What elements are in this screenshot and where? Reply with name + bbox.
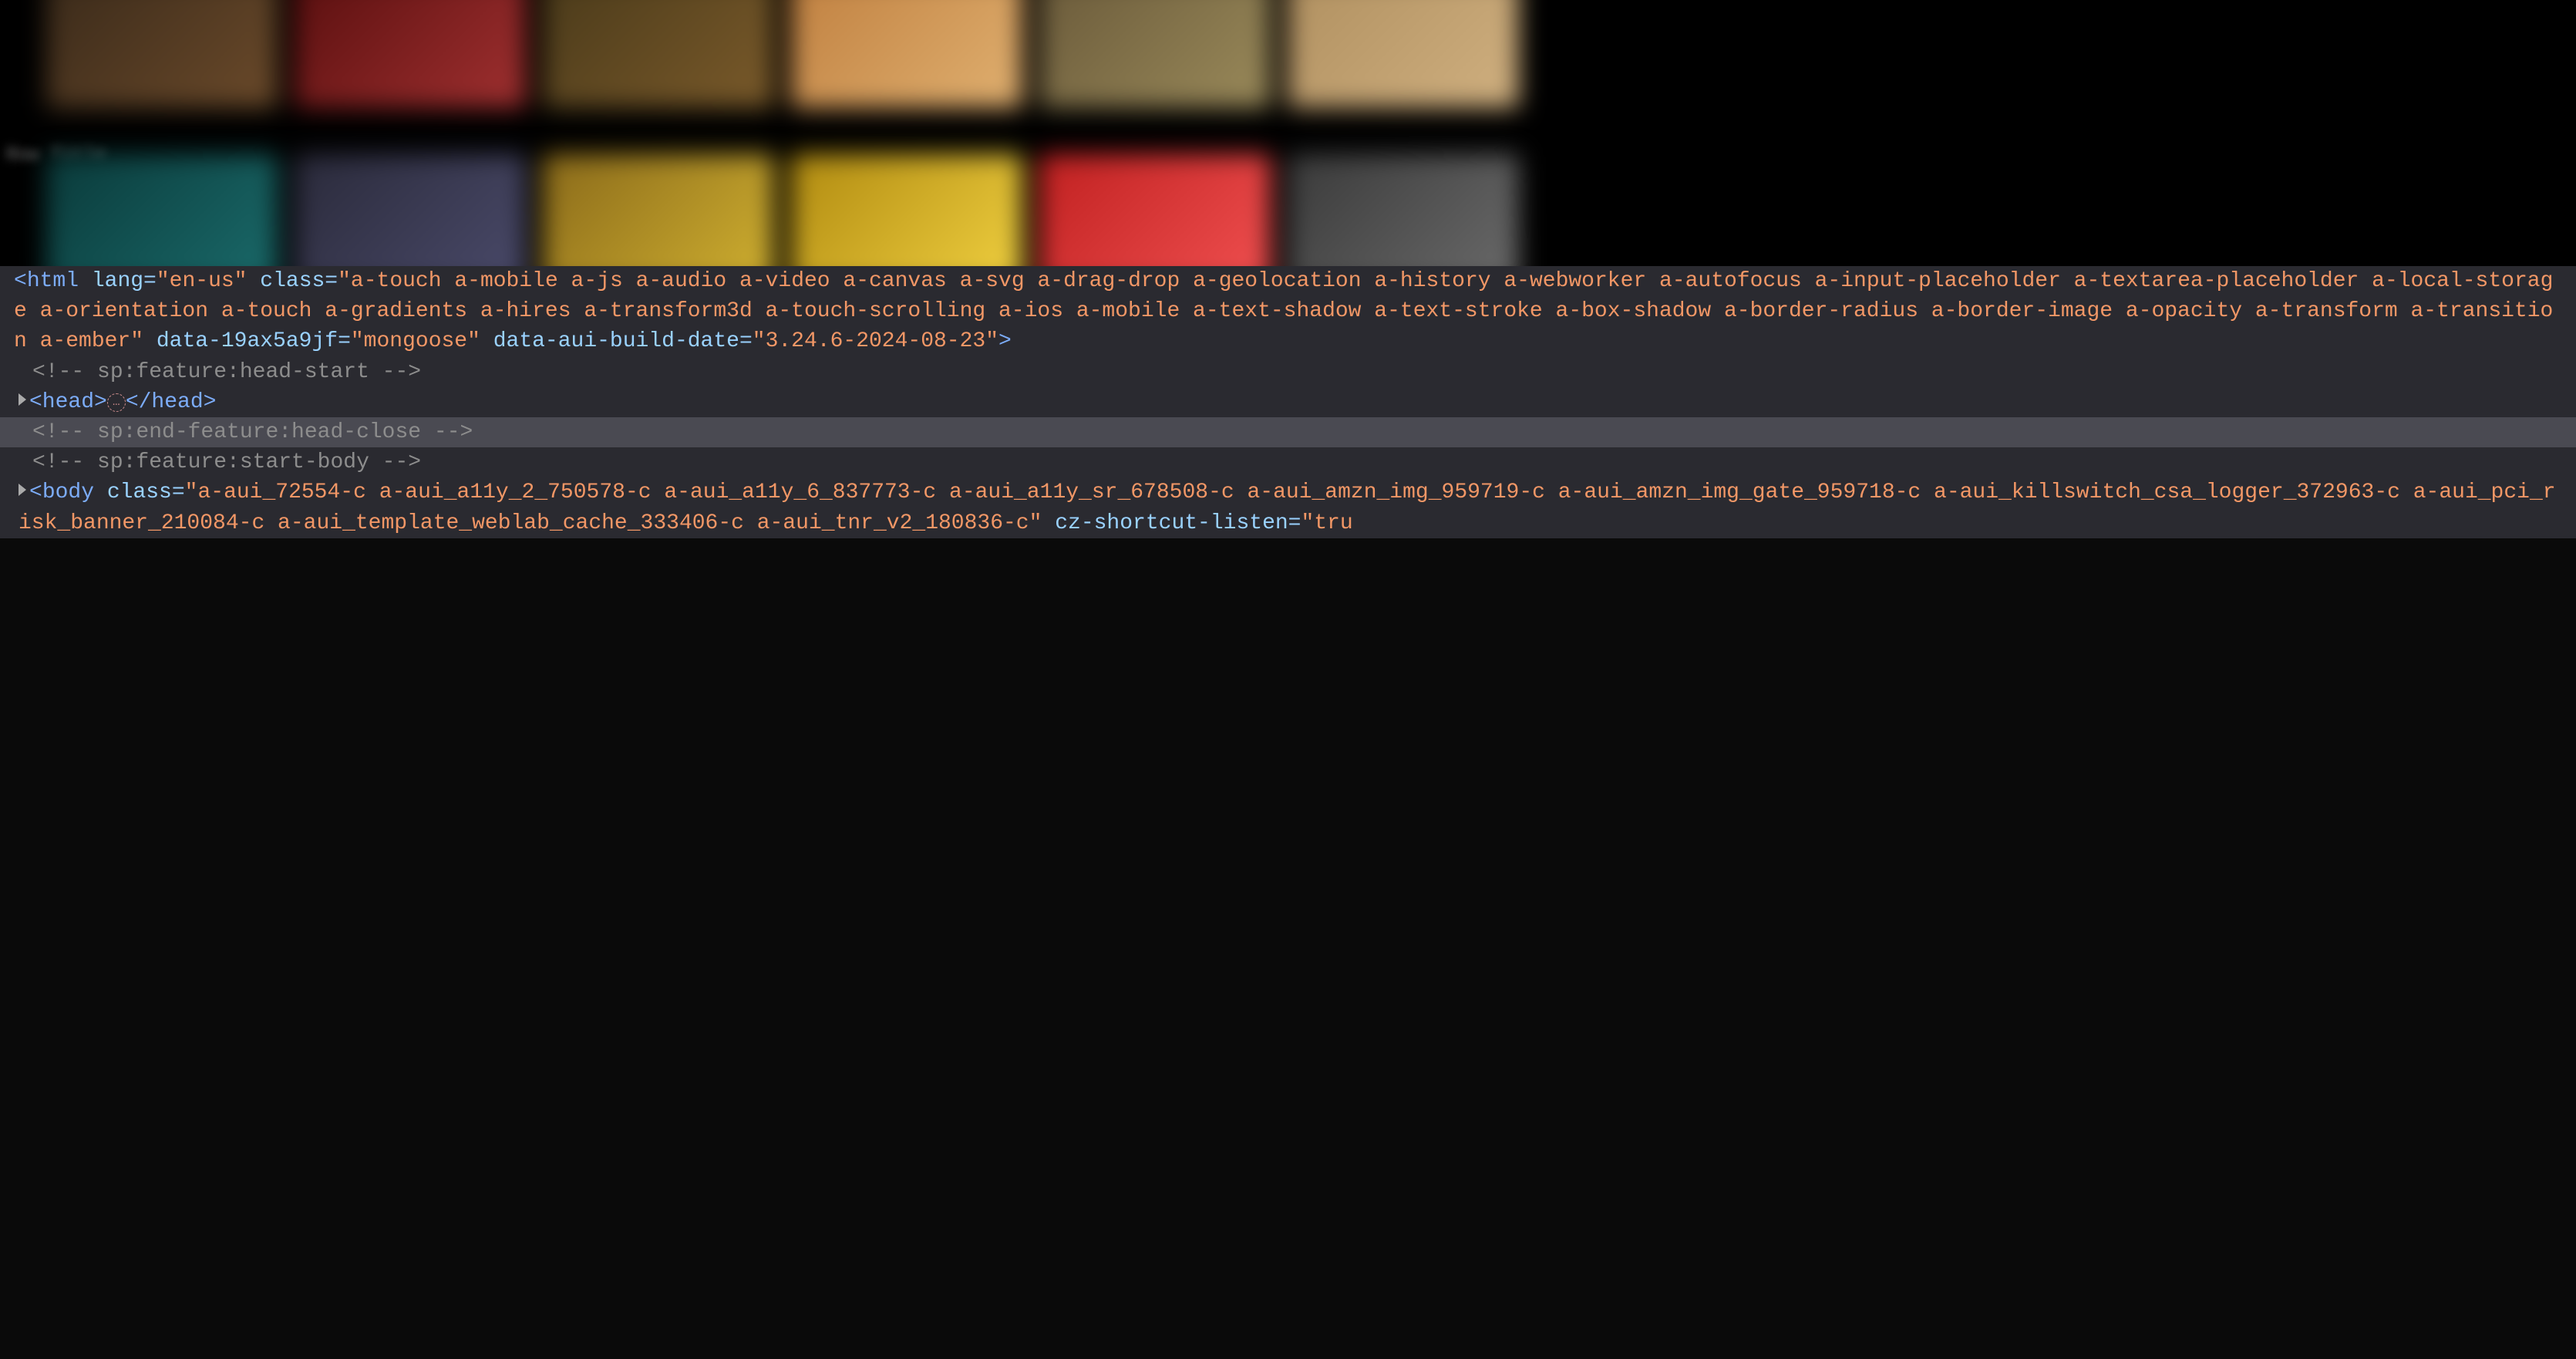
thumbnail-row-top (0, 0, 1519, 108)
video-thumbnail[interactable] (295, 0, 526, 108)
expand-arrow-icon[interactable] (19, 393, 26, 406)
comment-head-close[interactable]: <!-- sp:end-feature:head-close --> (0, 417, 2576, 447)
background-thumbnail-region: Row Title (0, 0, 2576, 266)
body-tag: body (42, 481, 94, 504)
cz-val: "tru (1301, 511, 1352, 535)
head-open: <head> (29, 390, 107, 414)
comment-head-start[interactable]: <!-- sp:feature:head-start --> (0, 357, 2576, 387)
comment-body-start[interactable]: <!-- sp:feature:start-body --> (0, 447, 2576, 477)
html-tag: html (27, 269, 79, 293)
lang-val: "en-us" (157, 269, 247, 293)
head-element-line[interactable]: <head>…</head> (0, 387, 2576, 417)
video-thumbnail[interactable] (1039, 0, 1271, 108)
data19-attr: data-19ax5a9jf= (143, 329, 351, 353)
video-thumbnail[interactable] (543, 154, 774, 266)
video-thumbnail[interactable] (791, 154, 1022, 266)
video-thumbnail[interactable] (295, 154, 526, 266)
class-attr: class= (247, 269, 338, 293)
class-attr: class= (94, 481, 185, 504)
video-thumbnail[interactable] (791, 0, 1022, 108)
ellipsis-icon[interactable]: … (107, 393, 126, 412)
tag-close-bracket: > (998, 329, 1012, 353)
video-thumbnail[interactable] (46, 0, 278, 108)
devtools-elements-panel[interactable]: <html lang="en-us" class="a-touch a-mobi… (0, 266, 2576, 538)
video-thumbnail[interactable] (1039, 154, 1271, 266)
body-element-line[interactable]: <body class="a-aui_72554-c a-aui_a11y_2_… (0, 477, 2576, 538)
tag-open-bracket: < (14, 269, 27, 293)
lang-attr: lang= (79, 269, 157, 293)
head-close: </head> (126, 390, 217, 414)
cz-attr: cz-shortcut-listen= (1042, 511, 1301, 535)
build-val: "3.24.6-2024-08-23" (753, 329, 998, 353)
build-attr: data-aui-build-date= (480, 329, 753, 353)
video-thumbnail[interactable] (1288, 154, 1519, 266)
video-thumbnail[interactable] (46, 154, 278, 266)
tag-open-bracket: < (29, 481, 42, 504)
expand-arrow-icon[interactable] (19, 484, 26, 496)
video-thumbnail[interactable] (1288, 0, 1519, 108)
thumbnail-row-bottom (0, 154, 1519, 266)
html-element-line[interactable]: <html lang="en-us" class="a-touch a-mobi… (0, 266, 2576, 357)
video-thumbnail[interactable] (543, 0, 774, 108)
data19-val: "mongoose" (351, 329, 480, 353)
